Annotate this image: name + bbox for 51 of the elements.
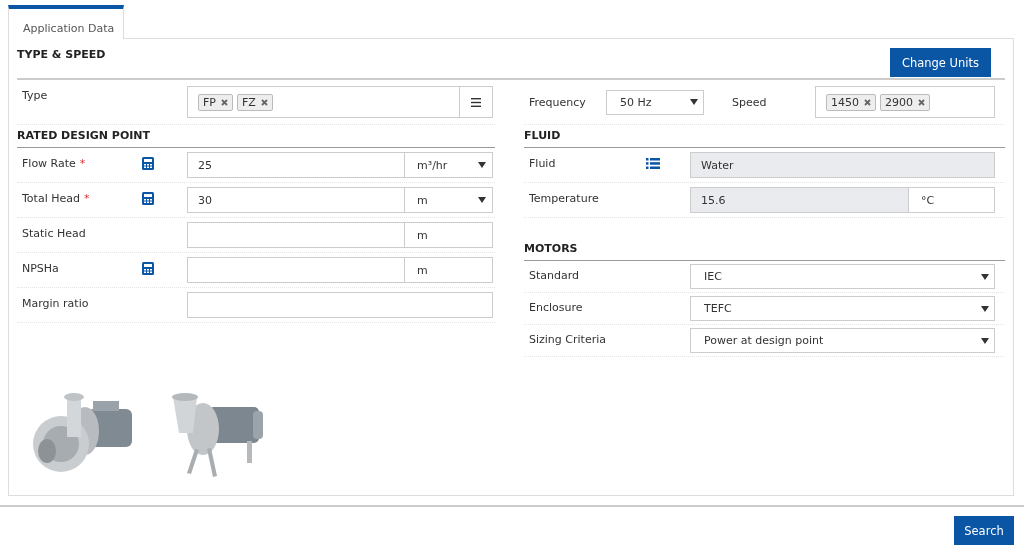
tag[interactable]: FZ [236,93,273,111]
caret-icon [981,305,989,312]
input-field[interactable] [187,292,493,318]
field-label: Temperature [528,191,600,205]
tag[interactable]: FP [198,93,233,111]
input-field[interactable]: m [187,257,493,283]
section-heading: MOTORS [524,242,578,255]
field-label: Margin ratio [21,296,90,310]
calculator-icon[interactable] [142,157,154,170]
input-field[interactable]: 30 m [187,187,493,213]
caret-icon [690,99,698,105]
field-label: Sizing Criteria [528,332,607,346]
remove-icon[interactable] [260,98,268,106]
caret-icon [981,273,989,280]
dropdown-select[interactable]: Power at design point [690,328,995,353]
speed-tag-field[interactable]: 1450 2900 [815,86,995,118]
change-units-button[interactable]: Change Units [889,48,991,77]
section-heading: TYPE & SPEED [17,48,106,61]
calculator-icon[interactable] [142,262,154,275]
field-label: NPSHa [21,261,60,275]
section-heading: RATED DESIGN POINT [17,129,151,142]
caret-icon [981,337,989,344]
required-mark: * [83,192,90,205]
menu-icon[interactable] [471,97,481,107]
tag[interactable]: 1450 [826,93,876,111]
field-label: Speed [732,95,768,109]
search-button[interactable]: Search [954,516,1014,545]
field-label: Fluid [528,156,557,170]
caret-icon [478,162,486,168]
required-mark: * [79,157,86,170]
type-tag-field[interactable]: FP FZ [187,86,493,118]
field-label: Static Head [21,226,87,240]
dropdown-select[interactable]: IEC [690,264,995,289]
dropdown-select[interactable]: TEFC [690,296,995,321]
section-heading: FLUID [524,129,561,142]
field-label: Flow Rate * [21,156,87,170]
tab[interactable]: Application Data [8,5,124,39]
tag[interactable]: 2900 [880,93,930,111]
remove-icon[interactable] [918,98,925,106]
field-label: Frequency [528,95,587,109]
input-field[interactable]: 25 m³/hr [187,152,493,178]
frequency-select[interactable]: 50 Hz [606,89,704,115]
remove-icon[interactable] [864,98,871,106]
calculator-icon[interactable] [142,192,154,205]
field-label: Standard [528,268,581,282]
caret-icon [478,197,486,203]
field-label: Type [21,88,49,102]
remove-icon[interactable] [220,98,228,106]
field-label: Total Head * [21,191,91,205]
input-field[interactable]: m [187,222,493,248]
field-label: Enclosure [528,300,584,314]
